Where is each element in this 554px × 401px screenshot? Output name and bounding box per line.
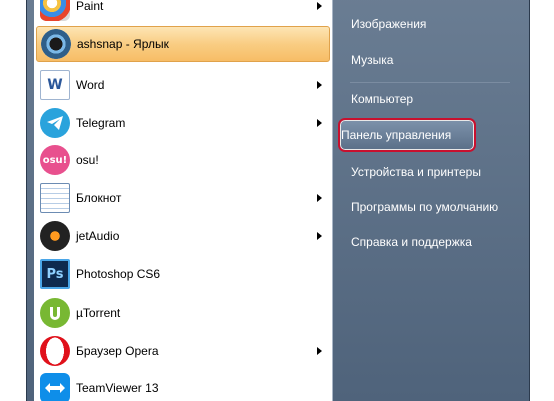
program-label: osu! (76, 153, 99, 167)
submenu-arrow-icon (317, 194, 322, 202)
program-label: TeamViewer 13 (76, 381, 159, 395)
program-label: µTorrent (76, 306, 121, 320)
jetaudio-icon (40, 221, 70, 251)
programs-list: Paint ashsnap - Ярлык W Word Telegram os… (34, 0, 333, 401)
program-label: Браузер Opera (76, 344, 159, 358)
program-item-utorrent[interactable]: µTorrent (36, 295, 330, 331)
program-item-osu[interactable]: osu! osu! (36, 142, 330, 178)
program-item-photoshop[interactable]: Ps Photoshop CS6 (36, 256, 330, 292)
utorrent-icon (40, 298, 70, 328)
paint-icon (40, 0, 70, 21)
program-label: ashsnap - Ярлык (77, 37, 169, 51)
program-label: Telegram (76, 116, 126, 130)
menu-item-help-support[interactable]: Справка и поддержка (351, 235, 472, 249)
program-label: jetAudio (76, 229, 120, 243)
program-label: Photoshop CS6 (76, 267, 161, 281)
program-item-jetaudio[interactable]: jetAudio (36, 218, 330, 254)
menu-separator (350, 82, 510, 83)
opera-icon (40, 336, 70, 366)
program-label: Блокнот (76, 191, 122, 205)
notepad-icon (40, 183, 70, 213)
program-item-ashsnap[interactable]: ashsnap - Ярлык (36, 26, 330, 62)
word-icon: W (40, 70, 70, 100)
program-label: Word (76, 78, 105, 92)
program-label: Paint (76, 0, 104, 13)
teamviewer-icon (40, 373, 70, 401)
telegram-icon (40, 108, 70, 138)
photoshop-icon: Ps (40, 259, 70, 289)
submenu-arrow-icon (317, 81, 322, 89)
program-item-telegram[interactable]: Telegram (36, 105, 330, 141)
menu-item-pictures[interactable]: Изображения (351, 17, 426, 31)
osu-icon: osu! (40, 145, 70, 175)
ashsnap-icon (41, 29, 71, 59)
menu-item-control-panel[interactable]: Панель управления (341, 128, 451, 142)
start-menu-screenshot: Paint ashsnap - Ярлык W Word Telegram os… (0, 0, 554, 401)
submenu-arrow-icon (317, 119, 322, 127)
submenu-arrow-icon (317, 232, 322, 240)
submenu-arrow-icon (317, 2, 322, 10)
program-item-notepad[interactable]: Блокнот (36, 180, 330, 216)
submenu-arrow-icon (317, 347, 322, 355)
menu-item-default-programs[interactable]: Программы по умолчанию (351, 200, 498, 214)
program-item-word[interactable]: W Word (36, 67, 330, 103)
right-menu: Изображения Музыка Компьютер Панель упра… (334, 0, 528, 401)
program-item-teamviewer[interactable]: TeamViewer 13 (36, 370, 330, 401)
menu-item-devices-printers[interactable]: Устройства и принтеры (351, 165, 481, 179)
program-item-paint[interactable]: Paint (36, 0, 330, 24)
menu-item-computer[interactable]: Компьютер (351, 92, 413, 106)
program-item-opera[interactable]: Браузер Opera (36, 333, 330, 369)
menu-item-music[interactable]: Музыка (351, 53, 393, 67)
